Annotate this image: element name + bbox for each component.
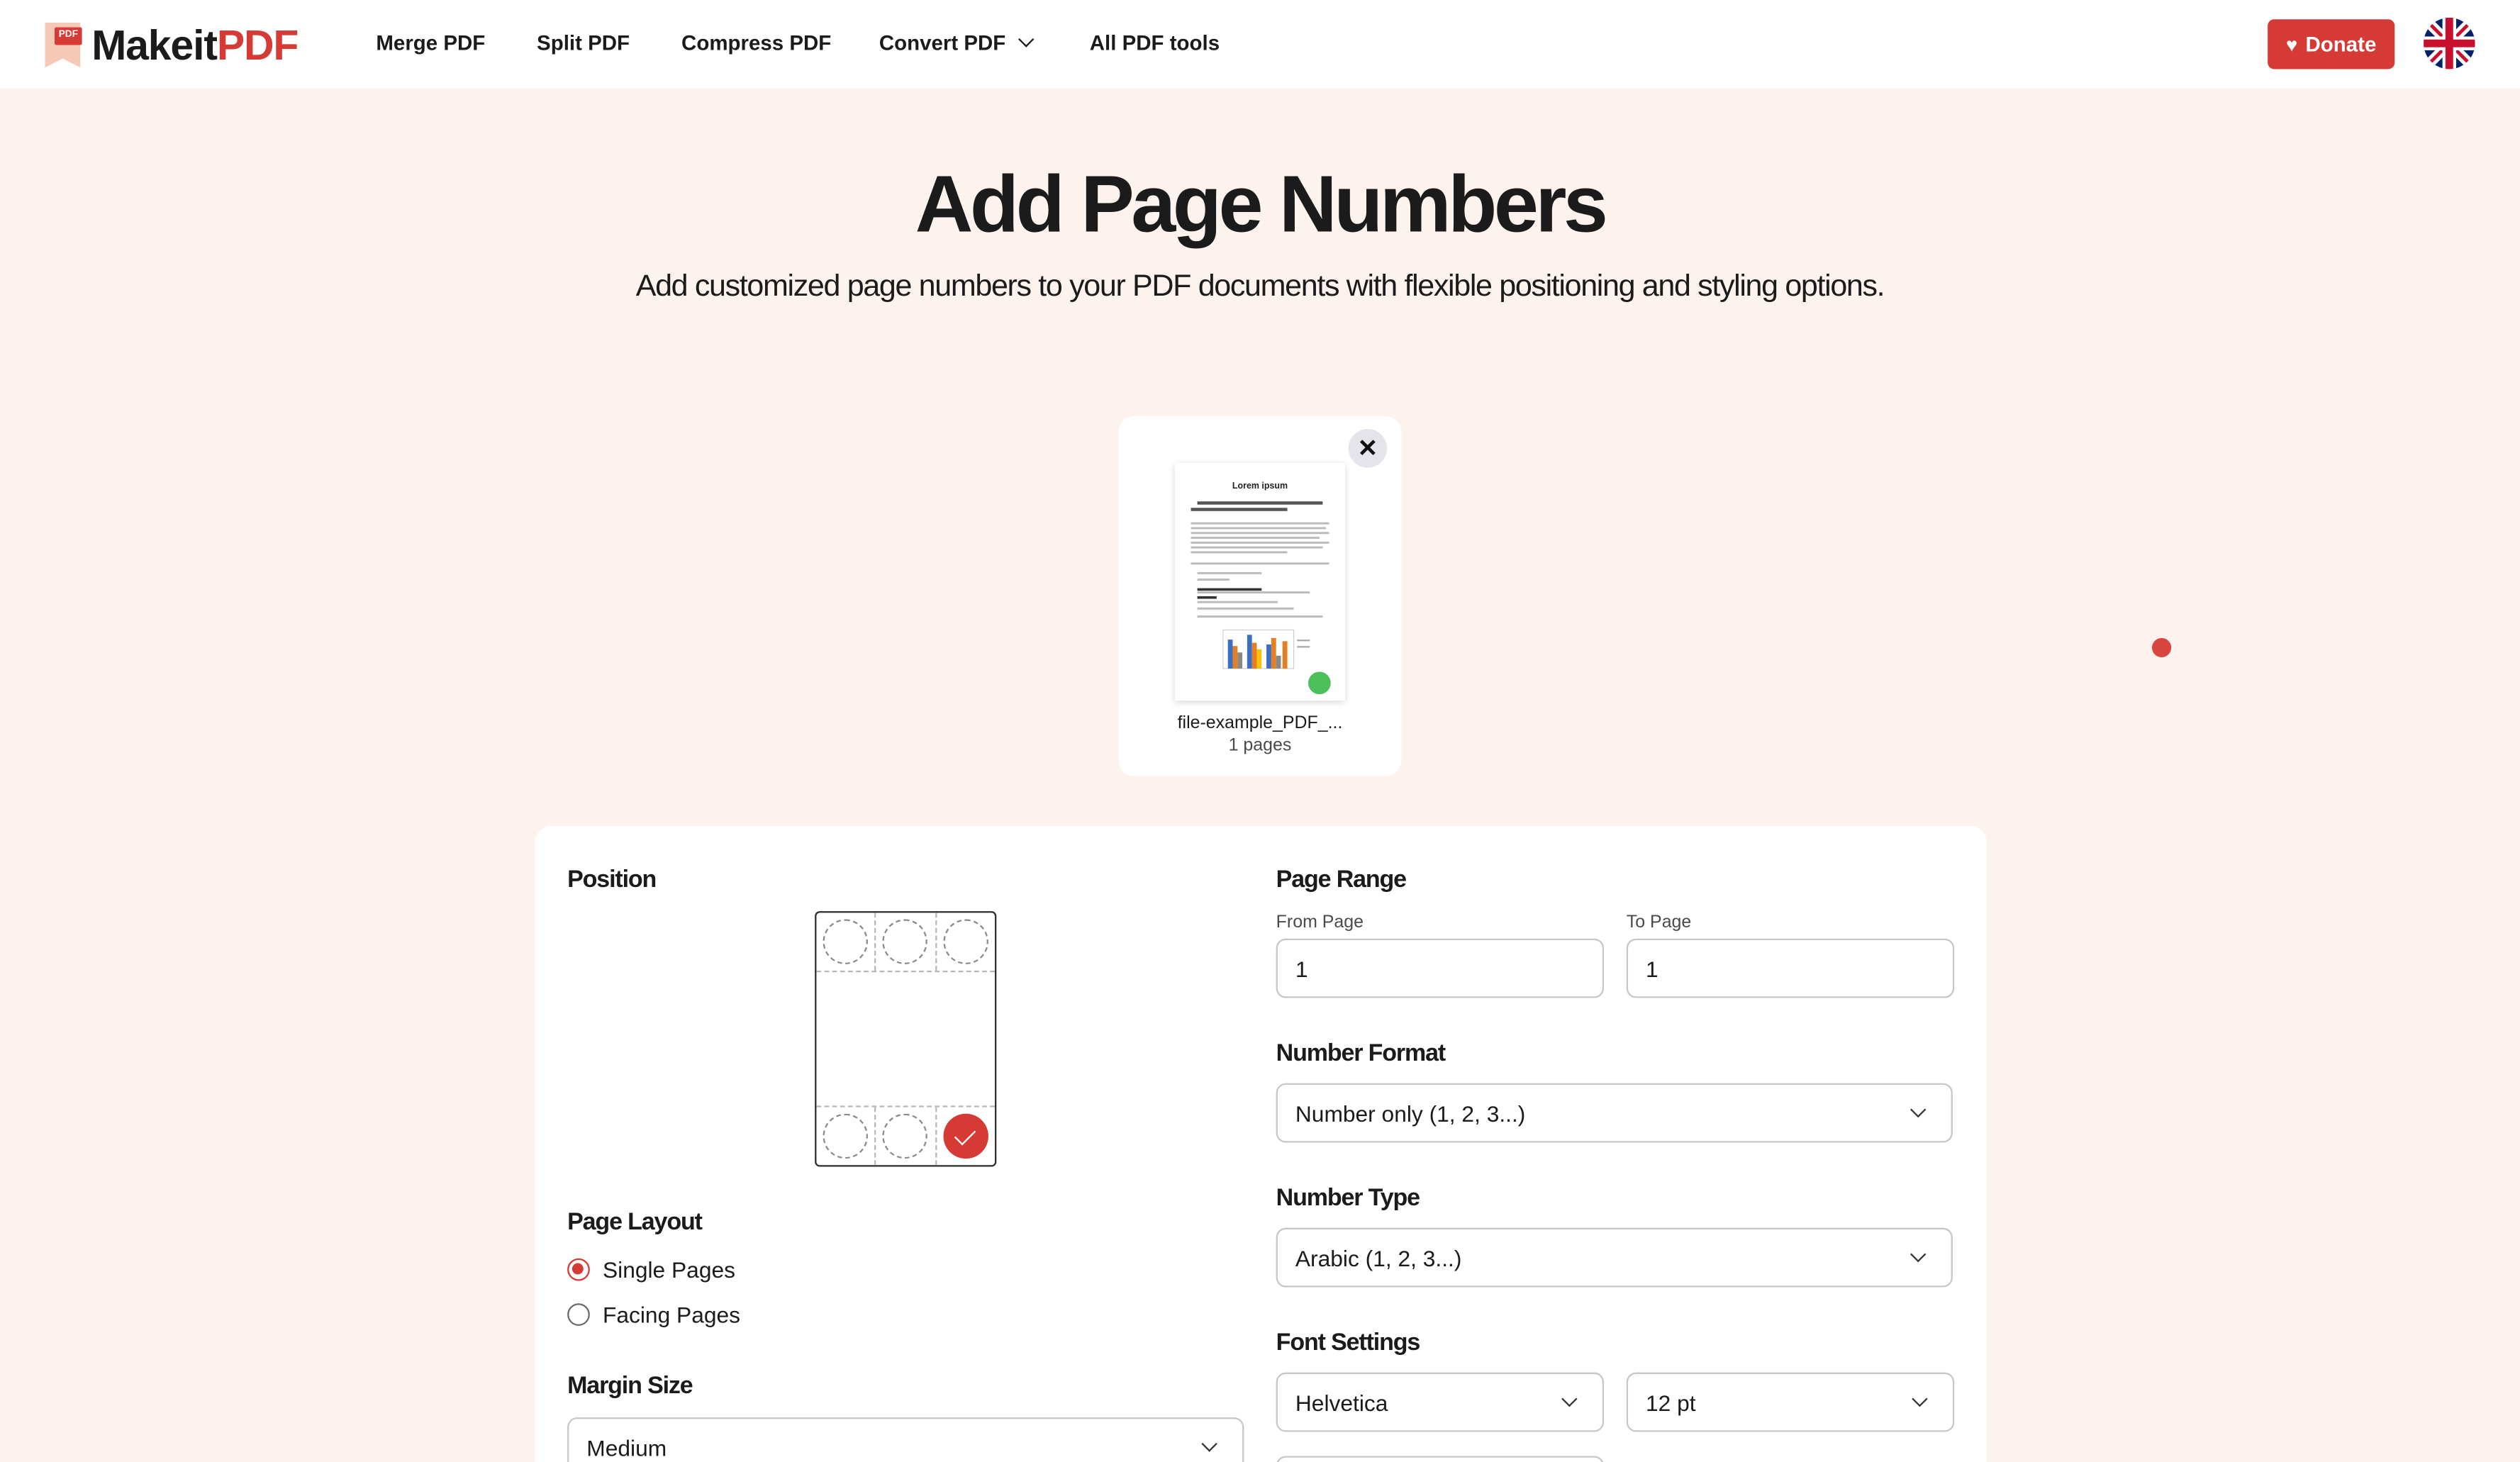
to-page-label: To Page [1626, 913, 1692, 932]
font-size-select[interactable]: 12 pt [1626, 1372, 1955, 1432]
nav-all-pdf-tools[interactable]: All PDF tools [1090, 30, 1220, 55]
font-family-select[interactable]: Helvetica [1276, 1372, 1605, 1432]
number-format-label: Number Format [1276, 1039, 1446, 1068]
file-card: Lorem ipsum ✕ file-example_PDF_... 1 pag… [1118, 416, 1402, 776]
chevron-down-icon [1201, 1436, 1217, 1452]
position-top-right[interactable] [935, 913, 995, 971]
from-page-label: From Page [1276, 913, 1364, 932]
position-label: Position [567, 866, 657, 894]
margin-size-select[interactable]: Medium [567, 1417, 1244, 1462]
page-title: Add Page Numbers [915, 159, 1608, 250]
to-page-input[interactable]: 1 [1626, 938, 1955, 998]
number-type-label: Number Type [1276, 1184, 1420, 1212]
page-range-label: Page Range [1276, 866, 1407, 894]
nav-compress-pdf[interactable]: Compress PDF [681, 30, 831, 55]
chevron-down-icon [1909, 1101, 1927, 1118]
logo-icon: PDF [45, 22, 82, 68]
svg-text:Lorem ipsum: Lorem ipsum [1232, 481, 1288, 491]
position-top-left[interactable] [816, 913, 874, 971]
page-subtitle: Add customized page numbers to your PDF … [635, 269, 1885, 304]
donate-button[interactable]: ♥ Donate [2268, 19, 2395, 69]
file-page-count: 1 pages [1228, 736, 1292, 756]
chevron-down-icon [1912, 1390, 1928, 1407]
chevron-down-icon [1561, 1390, 1578, 1407]
radio-facing-pages[interactable]: Facing Pages [567, 1302, 740, 1327]
top-header: PDF MakeitPDF Merge PDF Split PDF Compre… [0, 0, 2520, 89]
uk-flag-icon[interactable] [2424, 17, 2475, 69]
status-ok-icon [1308, 671, 1331, 695]
margin-size-label: Margin Size [567, 1372, 693, 1400]
nav-split-pdf[interactable]: Split PDF [537, 30, 630, 55]
chevron-down-icon [1909, 1246, 1927, 1263]
logo-text: MakeitPDF [91, 20, 299, 69]
nav-convert-pdf[interactable]: Convert PDF [879, 30, 1034, 55]
nav-merge-pdf[interactable]: Merge PDF [376, 30, 485, 55]
page-layout-label: Page Layout [567, 1208, 703, 1237]
indicator-dot [2151, 637, 2172, 658]
remove-file-button[interactable]: ✕ [1348, 429, 1388, 468]
chevron-down-icon [1018, 31, 1034, 48]
position-top-center[interactable] [874, 913, 935, 971]
logo[interactable]: PDF MakeitPDF [45, 20, 299, 69]
settings-panel: Position Page Layout Single Pages Facing… [535, 826, 1987, 1462]
check-icon [954, 1122, 977, 1145]
position-bottom-right[interactable] [935, 1107, 995, 1166]
number-type-select[interactable]: Arabic (1, 2, 3...) [1276, 1227, 1953, 1288]
file-name: file-example_PDF_... [1177, 713, 1343, 733]
pdf-thumbnail: Lorem ipsum [1174, 462, 1346, 701]
position-bottom-center[interactable] [874, 1107, 935, 1166]
position-selector [815, 911, 997, 1167]
number-format-select[interactable]: Number only (1, 2, 3...) [1276, 1083, 1953, 1143]
font-settings-label: Font Settings [1276, 1329, 1421, 1357]
font-extra-field[interactable] [1276, 1456, 1605, 1462]
close-icon: ✕ [1357, 435, 1378, 463]
radio-single-pages[interactable]: Single Pages [567, 1256, 735, 1283]
from-page-input[interactable]: 1 [1276, 938, 1605, 998]
heart-icon: ♥ [2286, 33, 2298, 56]
position-bottom-left[interactable] [816, 1107, 874, 1166]
